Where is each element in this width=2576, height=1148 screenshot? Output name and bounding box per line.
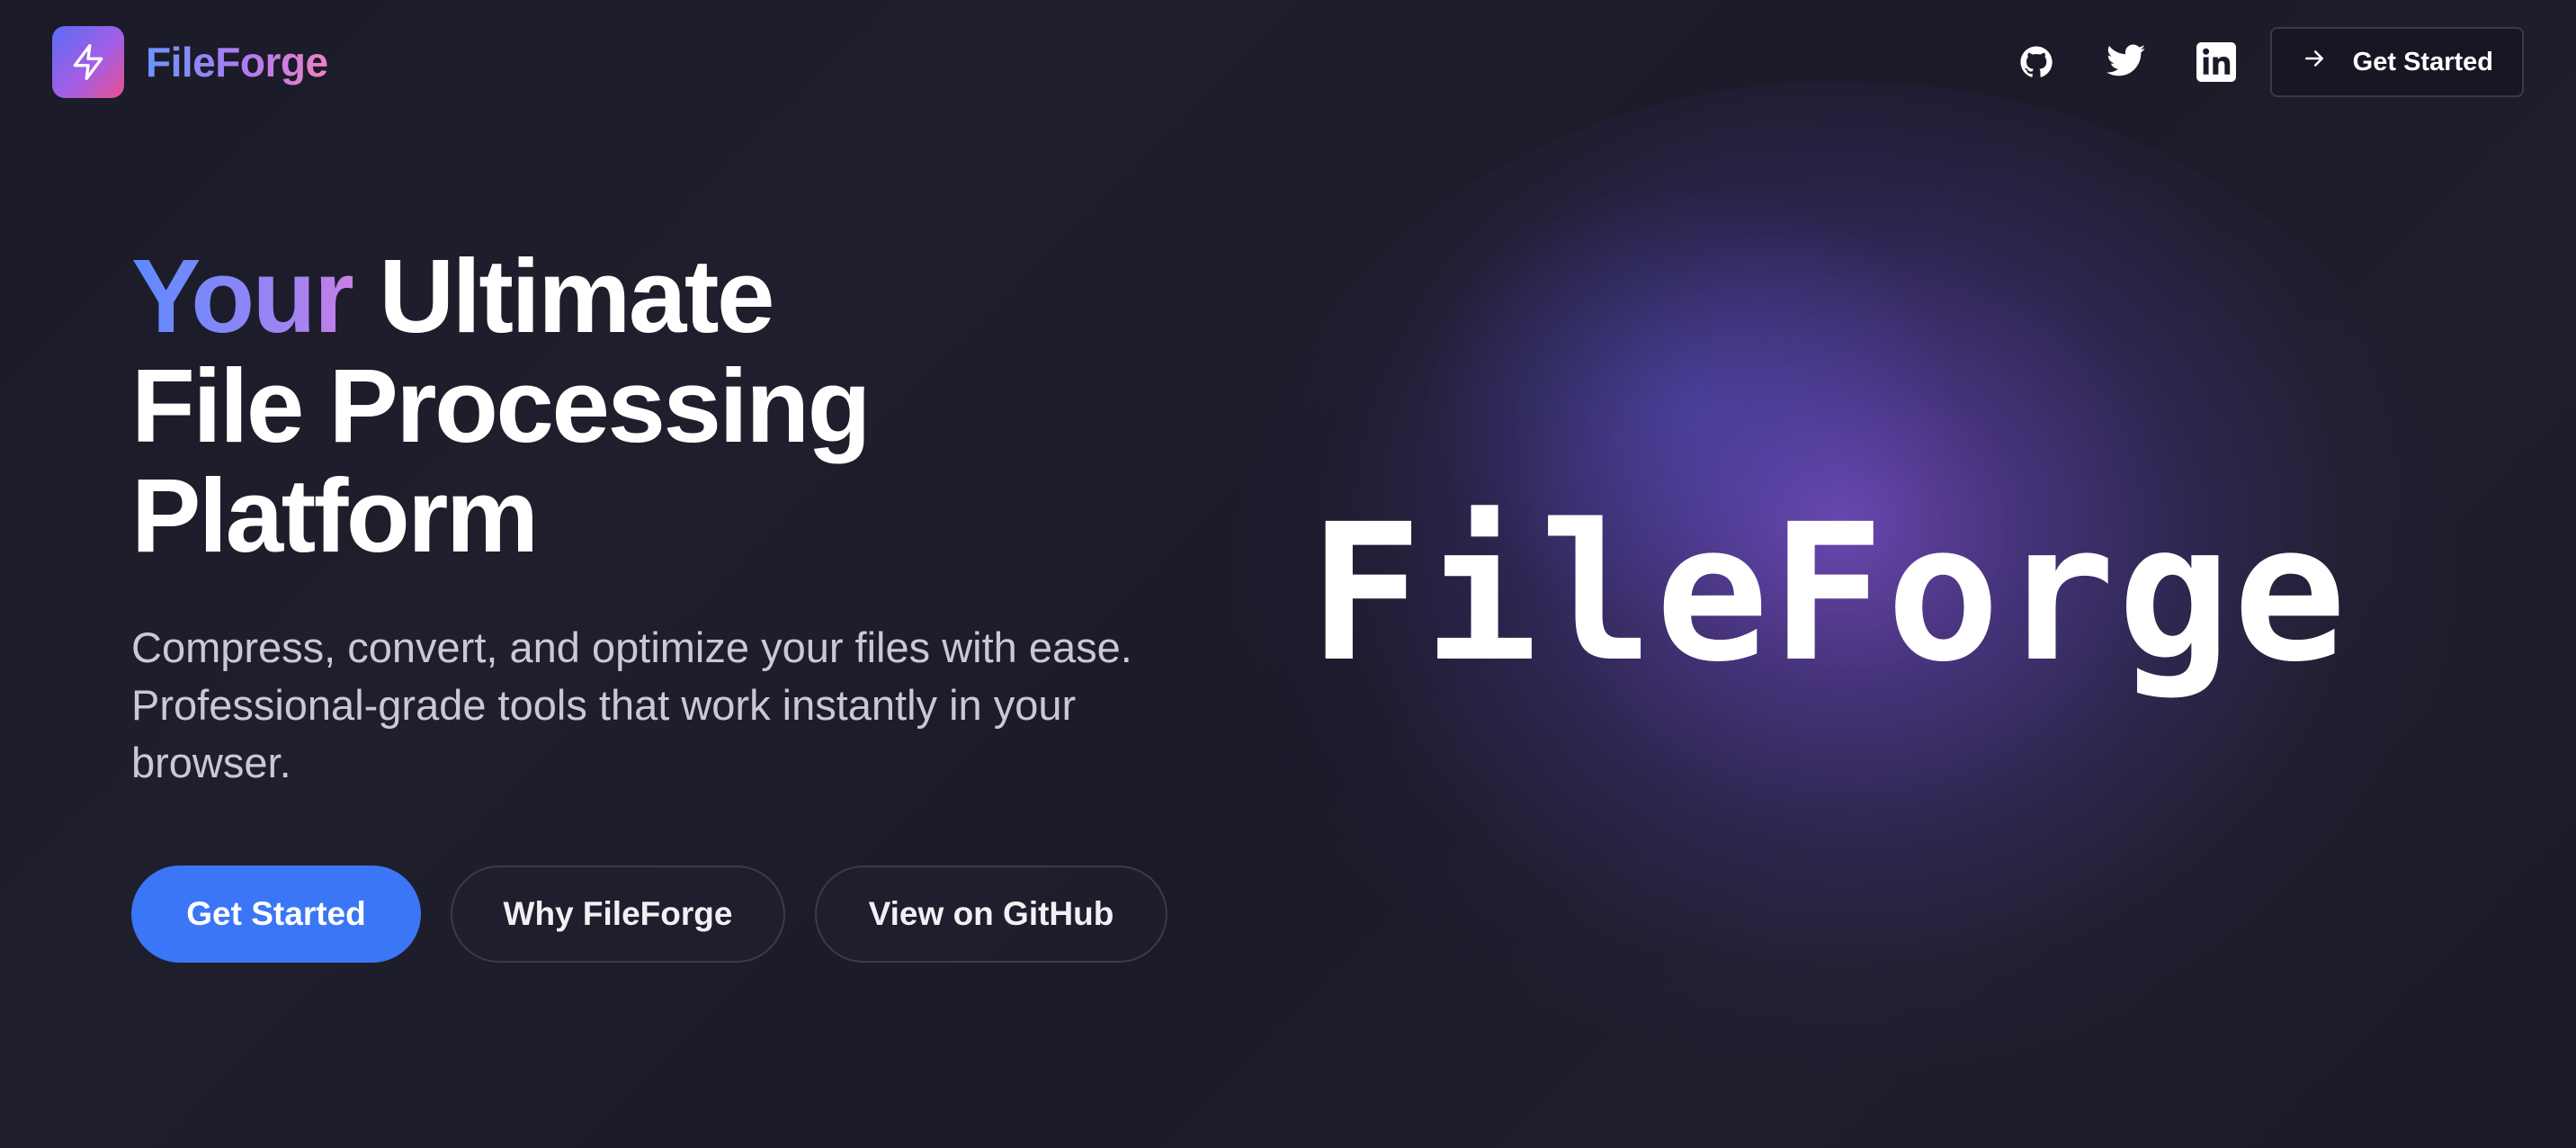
- headline-line1-rest: Ultimate: [379, 238, 774, 354]
- hero-wordmark: FileForge: [1309, 483, 2348, 704]
- hero-subtext: Compress, convert, and optimize your fil…: [131, 623, 1132, 786]
- linkedin-icon[interactable]: [2187, 33, 2245, 91]
- why-fileforge-button[interactable]: Why FileForge: [451, 865, 785, 963]
- github-icon[interactable]: [2008, 33, 2065, 91]
- view-on-github-button[interactable]: View on GitHub: [815, 865, 1167, 963]
- hero-buttons: Get Started Why FileForge View on GitHub: [131, 865, 1193, 963]
- brand-name: FileForge: [146, 39, 328, 85]
- get-started-button[interactable]: Get Started: [131, 865, 421, 963]
- hero-section: Your Ultimate File Processing Platform C…: [131, 241, 1193, 963]
- hero-headline: Your Ultimate File Processing Platform: [131, 241, 1193, 570]
- headline-line2: File Processing: [131, 347, 871, 464]
- nav-actions: Get Started: [2008, 26, 2524, 98]
- headline-line3: Platform: [131, 457, 539, 574]
- nav-get-started-button[interactable]: Get Started: [2269, 27, 2524, 97]
- brand-logo-link[interactable]: FileForge: [52, 26, 328, 98]
- nav-cta-label: Get Started: [2352, 47, 2493, 76]
- headline-highlight: Your: [131, 238, 354, 354]
- twitter-icon[interactable]: [2097, 33, 2155, 91]
- top-navigation: FileForge Get Started: [0, 0, 2576, 126]
- lightning-bolt-icon: [52, 26, 124, 98]
- arrow-right-icon: [2301, 45, 2328, 79]
